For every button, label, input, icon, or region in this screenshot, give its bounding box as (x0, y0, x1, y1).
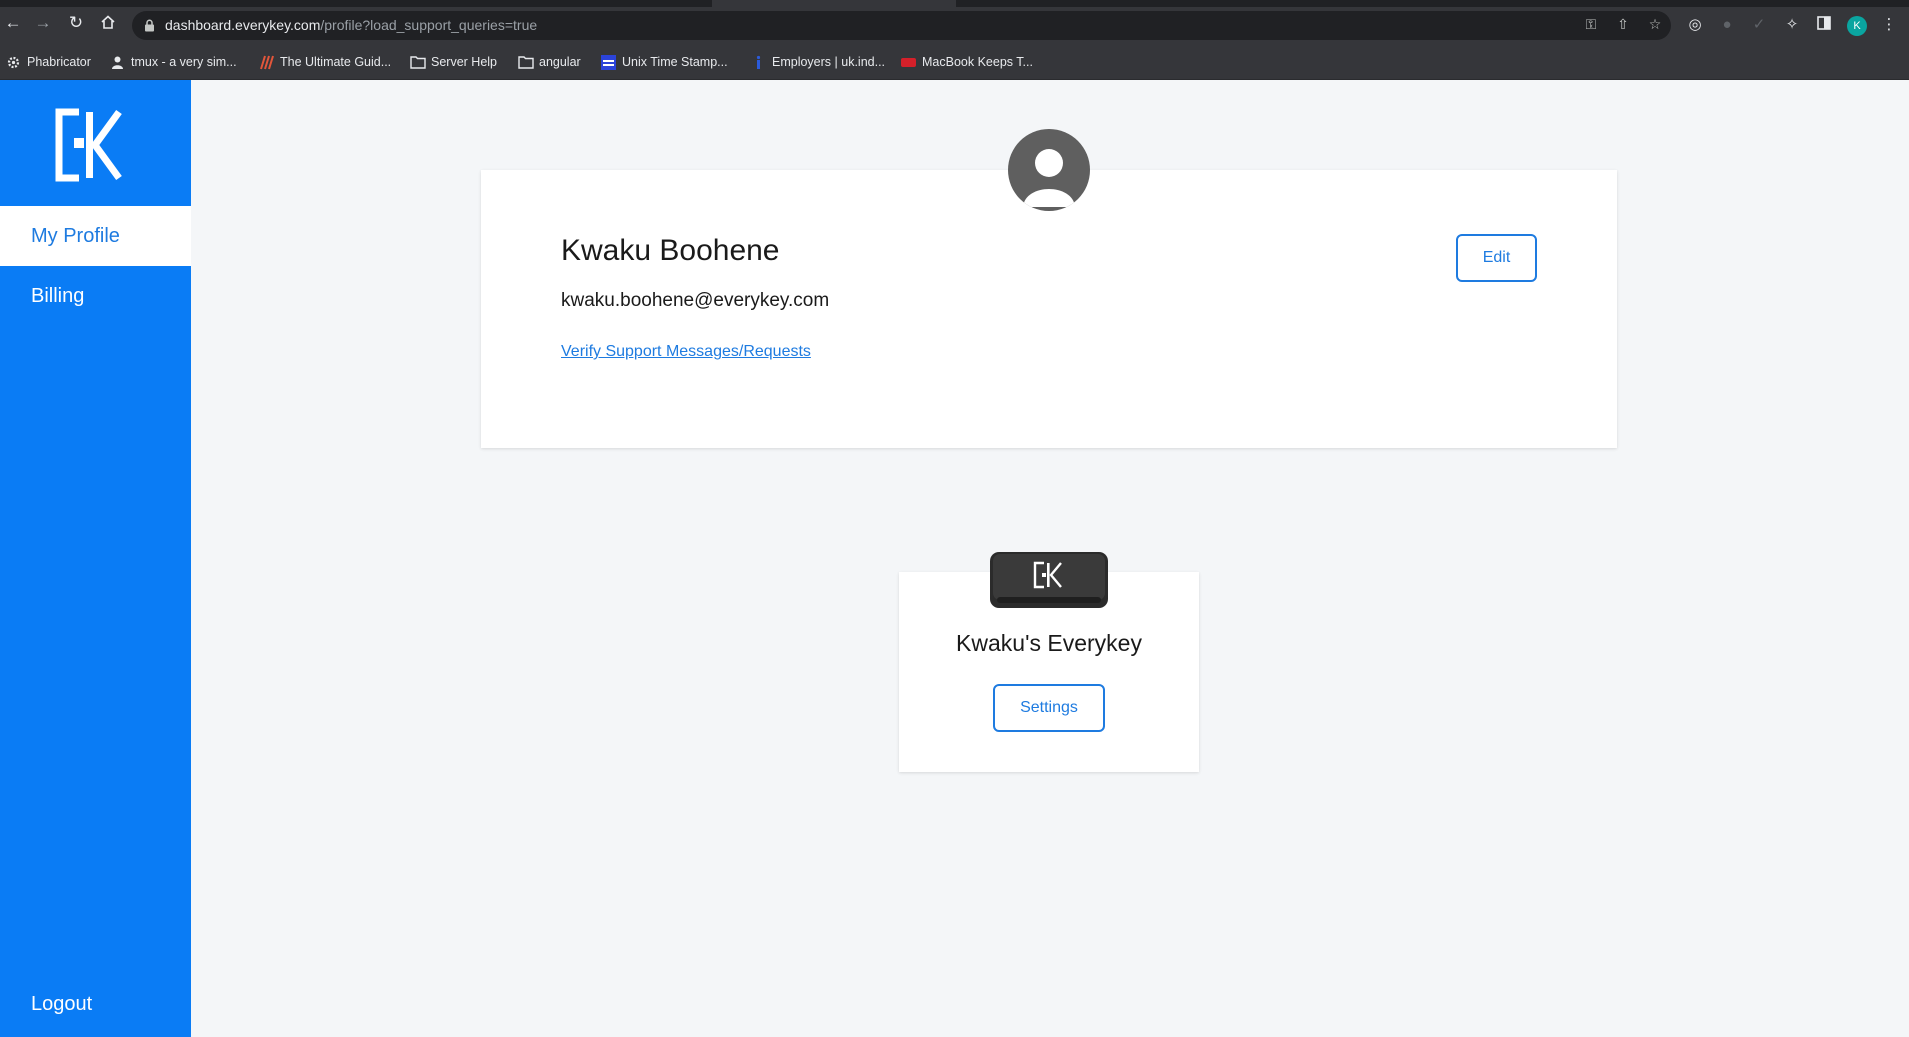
back-arrow-icon[interactable]: ← (4, 14, 22, 32)
forward-arrow-icon[interactable]: → (34, 14, 52, 32)
extension-dot-icon[interactable]: ● (1718, 16, 1736, 34)
user-avatar-icon (1008, 129, 1090, 211)
profile-name: Kwaku Boohene (561, 234, 780, 267)
bookmark-phabricator[interactable]: Phabricator (6, 54, 91, 70)
bookmark-unix-time-stamp[interactable]: Unix Time Stamp... (601, 54, 728, 70)
bookmark-label: The Ultimate Guid... (280, 55, 392, 69)
browser-toolbar: ← → ↻ dashboard.everykey.com/profile?loa… (0, 0, 1909, 44)
bookmark-angular[interactable]: angular (518, 54, 581, 70)
star-icon[interactable]: ☆ (1647, 16, 1663, 32)
profile-email: kwaku.boohene@everykey.com (561, 290, 830, 311)
url-text: dashboard.everykey.com/profile?load_supp… (165, 17, 538, 33)
bookmark-tmux[interactable]: tmux - a very sim... (110, 54, 237, 70)
settings-button[interactable]: Settings (993, 684, 1105, 732)
sidebar-item-my-profile[interactable]: My Profile (0, 206, 191, 266)
person-icon (110, 55, 125, 70)
everykey-logo[interactable] (0, 80, 191, 206)
site-icon (901, 55, 916, 70)
folder-icon (410, 55, 426, 70)
edit-button[interactable]: Edit (1456, 234, 1537, 282)
bookmark-label: Employers | uk.ind... (772, 55, 886, 69)
bookmark-macbook[interactable]: MacBook Keeps T... (901, 54, 1033, 70)
stripes-icon (259, 55, 274, 70)
profile-avatar-icon[interactable]: K (1847, 16, 1867, 36)
puzzle-icon[interactable]: ✧ (1783, 16, 1801, 34)
tab-strip (0, 0, 1909, 7)
device-name: Kwaku's Everykey (956, 630, 1142, 656)
address-bar[interactable]: dashboard.everykey.com/profile?load_supp… (132, 11, 1671, 40)
bookmark-server-help[interactable]: Server Help (410, 54, 497, 70)
date-icon (601, 54, 616, 70)
key-icon[interactable]: ⚿ (1583, 16, 1599, 32)
gear-icon (6, 55, 21, 70)
extension-check-icon[interactable]: ✓ (1750, 16, 1768, 34)
bookmark-employers[interactable]: Employers | uk.ind... (751, 54, 885, 70)
verify-support-link[interactable]: Verify Support Messages/Requests (561, 343, 811, 361)
share-icon[interactable]: ⇧ (1615, 16, 1631, 32)
active-tab[interactable] (712, 0, 956, 7)
side-panel-icon[interactable] (1815, 16, 1833, 34)
indeed-icon (751, 55, 766, 70)
bookmark-label: Phabricator (27, 55, 91, 69)
sidebar: My Profile Billing Logout (0, 80, 191, 1037)
bookmark-label: Unix Time Stamp... (622, 55, 728, 69)
sidebar-item-billing[interactable]: Billing (0, 266, 191, 326)
everykey-device-icon (989, 551, 1109, 609)
extension-target-icon[interactable]: ◎ (1686, 16, 1704, 34)
lock-icon (145, 19, 154, 32)
bookmark-label: MacBook Keeps T... (922, 55, 1033, 69)
bookmark-ultimate-guide[interactable]: The Ultimate Guid... (259, 54, 391, 70)
bookmark-label: Server Help (431, 55, 497, 69)
bookmarks-bar: Phabricator tmux - a very sim... The Ult… (0, 44, 1909, 80)
menu-kebab-icon[interactable]: ⋮ (1880, 16, 1898, 34)
bookmark-label: tmux - a very sim... (131, 55, 237, 69)
logout-link[interactable]: Logout (0, 974, 191, 1034)
reload-icon[interactable]: ↻ (67, 14, 85, 32)
folder-icon (518, 55, 534, 70)
bookmark-label: angular (539, 55, 581, 69)
home-icon[interactable] (99, 14, 117, 32)
